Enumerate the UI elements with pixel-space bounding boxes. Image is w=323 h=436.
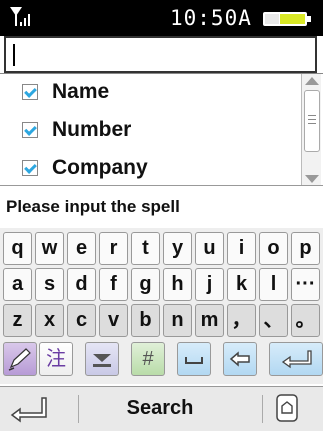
key-zhuyin[interactable]: 注 <box>39 342 73 376</box>
list-item-company[interactable]: Company <box>0 150 300 188</box>
home-icon <box>276 394 298 422</box>
scroll-up-arrow-icon[interactable] <box>305 77 319 85</box>
key-j[interactable]: j <box>195 268 224 301</box>
signal-icon <box>10 7 30 26</box>
key-h[interactable]: h <box>163 268 192 301</box>
list-item-number[interactable]: Number <box>0 112 300 150</box>
key-f[interactable]: f <box>99 268 128 301</box>
keyboard-row-1: q w e r t y u i o p <box>3 232 323 267</box>
key-x[interactable]: x <box>35 304 64 337</box>
key-b[interactable]: b <box>131 304 160 337</box>
key-k[interactable]: k <box>227 268 256 301</box>
key-comma[interactable]: ， <box>227 304 256 337</box>
list-item-label: Name <box>52 80 110 103</box>
key-z[interactable]: z <box>3 304 32 337</box>
key-p[interactable]: p <box>291 232 320 265</box>
symbol-key[interactable] <box>85 342 119 376</box>
battery-icon <box>263 12 311 26</box>
key-t[interactable]: t <box>131 232 160 265</box>
key-period[interactable]: 。 <box>291 304 320 337</box>
back-icon <box>10 397 47 423</box>
list-item-name[interactable]: Name <box>0 74 300 112</box>
pen-icon <box>8 348 31 371</box>
backspace-key[interactable] <box>223 342 257 376</box>
checkbox-number[interactable] <box>22 122 38 138</box>
list-item-label: Company <box>52 156 148 179</box>
scrollbar[interactable] <box>301 74 321 186</box>
key-d[interactable]: d <box>67 268 96 301</box>
enter-icon <box>281 350 312 369</box>
key-c[interactable]: c <box>67 304 96 337</box>
text-caret <box>13 44 15 66</box>
checkbox-name[interactable] <box>22 84 38 100</box>
key-r[interactable]: r <box>99 232 128 265</box>
key-w[interactable]: w <box>35 232 64 265</box>
key-i[interactable]: i <box>227 232 256 265</box>
keyboard-row-2: a s d f g h j k l ··· <box>3 268 323 303</box>
pen-input-key[interactable] <box>3 342 37 376</box>
back-softkey[interactable] <box>0 387 70 431</box>
backspace-icon <box>229 351 250 367</box>
soft-key-bar: Search <box>0 386 323 431</box>
scroll-down-arrow-icon[interactable] <box>305 175 319 183</box>
list-item-label: Number <box>52 118 132 141</box>
scroll-thumb[interactable] <box>304 90 320 152</box>
enter-key[interactable] <box>269 342 323 376</box>
checkbox-company[interactable] <box>22 160 38 176</box>
search-field-list: Name Number Company <box>0 73 323 186</box>
key-enumeration-comma[interactable]: 、 <box>259 304 288 337</box>
key-s[interactable]: s <box>35 268 64 301</box>
home-softkey[interactable] <box>275 393 299 423</box>
mail-icon <box>93 354 111 367</box>
key-g[interactable]: g <box>131 268 160 301</box>
prompt-text: Please input the spell <box>6 197 180 216</box>
keyboard-function-row: 注 # <box>3 342 323 377</box>
input-prompt: Please input the spell <box>0 185 323 229</box>
key-q[interactable]: q <box>3 232 32 265</box>
space-icon <box>185 357 203 364</box>
key-e[interactable]: e <box>67 232 96 265</box>
clock: 10:50A <box>170 6 252 30</box>
keyboard-row-3: z x c v b n m ， 、 。 <box>3 304 323 339</box>
space-key[interactable] <box>177 342 211 376</box>
key-u[interactable]: u <box>195 232 224 265</box>
key-a[interactable]: a <box>3 268 32 301</box>
key-v[interactable]: v <box>99 304 128 337</box>
key-n[interactable]: n <box>163 304 192 337</box>
key-l[interactable]: l <box>259 268 288 301</box>
keyboard: q w e r t y u i o p a s d f g h j k l ··… <box>0 228 323 384</box>
search-input[interactable] <box>4 36 317 73</box>
key-hash[interactable]: # <box>131 342 165 376</box>
key-more[interactable]: ··· <box>291 268 320 301</box>
search-softkey[interactable]: Search <box>95 397 225 420</box>
key-o[interactable]: o <box>259 232 288 265</box>
key-y[interactable]: y <box>163 232 192 265</box>
status-bar: 10:50A <box>0 0 323 36</box>
key-m[interactable]: m <box>195 304 224 337</box>
